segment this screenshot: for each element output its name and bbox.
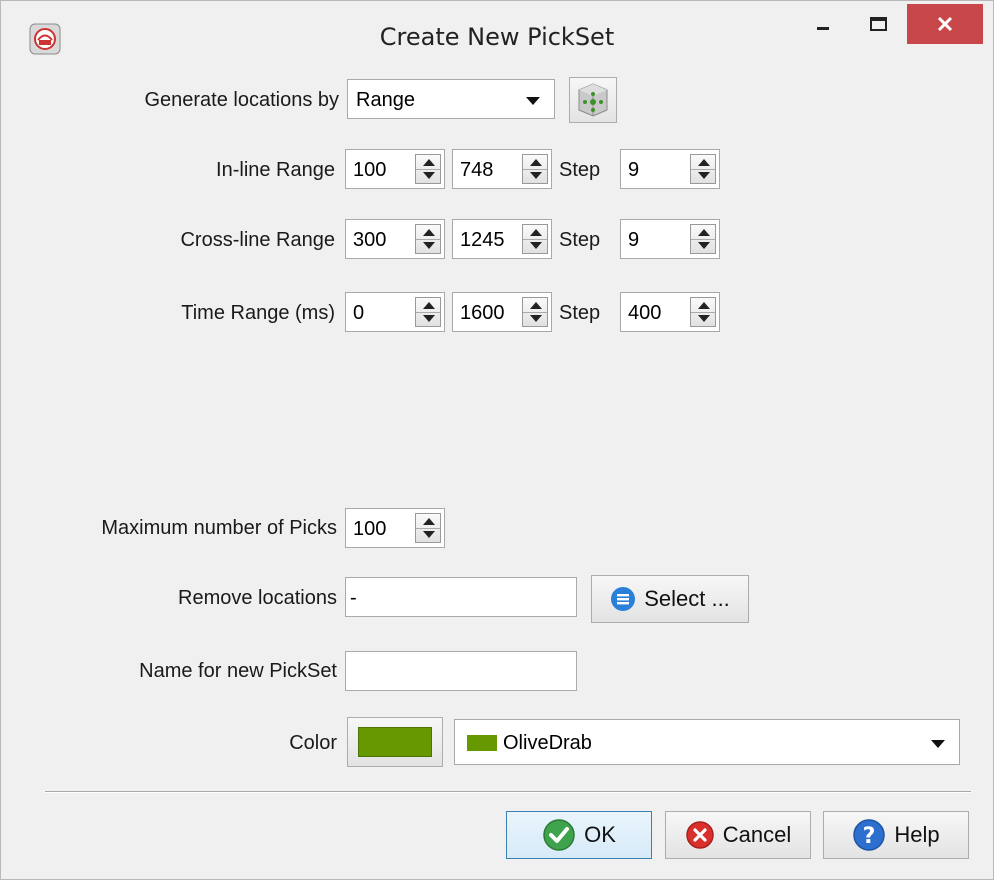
color-select-value: OliveDrab (503, 732, 592, 754)
help-icon: ? (853, 819, 886, 851)
max-picks-spinner[interactable]: 100 (345, 508, 445, 548)
select-button-label: Select ... (644, 586, 730, 611)
pickset-name-input[interactable] (345, 651, 577, 691)
spinner-arrows-icon[interactable] (522, 224, 548, 254)
close-button[interactable] (907, 4, 983, 44)
spinner-arrows-icon[interactable] (415, 513, 441, 543)
crossline-stop-spinner[interactable]: 1245 (452, 219, 552, 259)
checkmark-icon (543, 819, 575, 851)
crossline-stop-value: 1245 (460, 229, 505, 251)
help-button-label: Help (894, 822, 940, 847)
separator (45, 791, 971, 793)
time-step-spinner[interactable]: 400 (620, 292, 720, 332)
help-button[interactable]: ? Help (823, 811, 969, 859)
color-swatch (358, 727, 432, 757)
list-icon (611, 587, 636, 611)
select-button[interactable]: Select ... (591, 575, 749, 623)
time-start-spinner[interactable]: 0 (345, 292, 445, 332)
svg-text:?: ? (863, 824, 876, 849)
chevron-down-icon (931, 740, 945, 748)
time-stop-spinner[interactable]: 1600 (452, 292, 552, 332)
ok-button[interactable]: OK (506, 811, 652, 859)
spinner-arrows-icon[interactable] (690, 224, 716, 254)
ok-button-label: OK (584, 822, 616, 847)
spinner-arrows-icon[interactable] (415, 297, 441, 327)
crossline-step-label: Step (559, 229, 601, 251)
color-label: Color (289, 732, 337, 754)
color-chip (467, 735, 497, 751)
spinner-arrows-icon[interactable] (690, 154, 716, 184)
inline-range-label: In-line Range (216, 159, 335, 181)
minimize-button[interactable] (801, 5, 847, 45)
spinner-arrows-icon[interactable] (522, 154, 548, 184)
close-icon (937, 16, 953, 32)
title-bar: Create New PickSet (1, 1, 993, 77)
time-step-label: Step (559, 302, 601, 324)
maximize-button[interactable] (856, 5, 902, 45)
crossline-start-value: 300 (353, 229, 387, 251)
generate-method-value: Range (356, 89, 415, 111)
spinner-arrows-icon[interactable] (415, 224, 441, 254)
remove-locations-label: Remove locations (178, 587, 337, 609)
spinner-arrows-icon[interactable] (415, 154, 441, 184)
inline-stop-value: 748 (460, 159, 494, 181)
crossline-step-value: 9 (628, 229, 640, 251)
time-start-value: 0 (353, 302, 365, 324)
maximize-icon (870, 17, 887, 31)
inline-start-value: 100 (353, 159, 387, 181)
generate-method-select[interactable]: Range (347, 79, 555, 119)
spinner-arrows-icon[interactable] (690, 297, 716, 327)
cancel-icon (686, 821, 714, 849)
crossline-range-label: Cross-line Range (180, 229, 335, 251)
remove-locations-value: - (350, 587, 357, 609)
cube-move-icon (578, 83, 608, 117)
inline-stop-spinner[interactable]: 748 (452, 149, 552, 189)
remove-locations-input[interactable]: - (345, 577, 577, 617)
crossline-start-spinner[interactable]: 300 (345, 219, 445, 259)
color-select[interactable]: OliveDrab (454, 719, 960, 765)
max-picks-value: 100 (353, 518, 387, 540)
inline-step-spinner[interactable]: 9 (620, 149, 720, 189)
inline-start-spinner[interactable]: 100 (345, 149, 445, 189)
inline-step-label: Step (559, 159, 601, 181)
region-tool-button[interactable] (569, 77, 617, 123)
max-picks-label: Maximum number of Picks (101, 517, 337, 539)
create-pickset-dialog: Create New PickSet Generate locations by… (0, 0, 994, 880)
inline-step-value: 9 (628, 159, 640, 181)
minimize-icon (817, 27, 829, 30)
cancel-button-label: Cancel (722, 822, 792, 847)
cancel-button[interactable]: Cancel (665, 811, 811, 859)
crossline-step-spinner[interactable]: 9 (620, 219, 720, 259)
time-range-label: Time Range (ms) (181, 302, 335, 324)
generate-label: Generate locations by (144, 89, 339, 111)
color-swatch-button[interactable] (347, 717, 443, 767)
chevron-down-icon (526, 97, 540, 105)
name-label: Name for new PickSet (139, 660, 337, 682)
time-stop-value: 1600 (460, 302, 505, 324)
spinner-arrows-icon[interactable] (522, 297, 548, 327)
time-step-value: 400 (628, 302, 662, 324)
